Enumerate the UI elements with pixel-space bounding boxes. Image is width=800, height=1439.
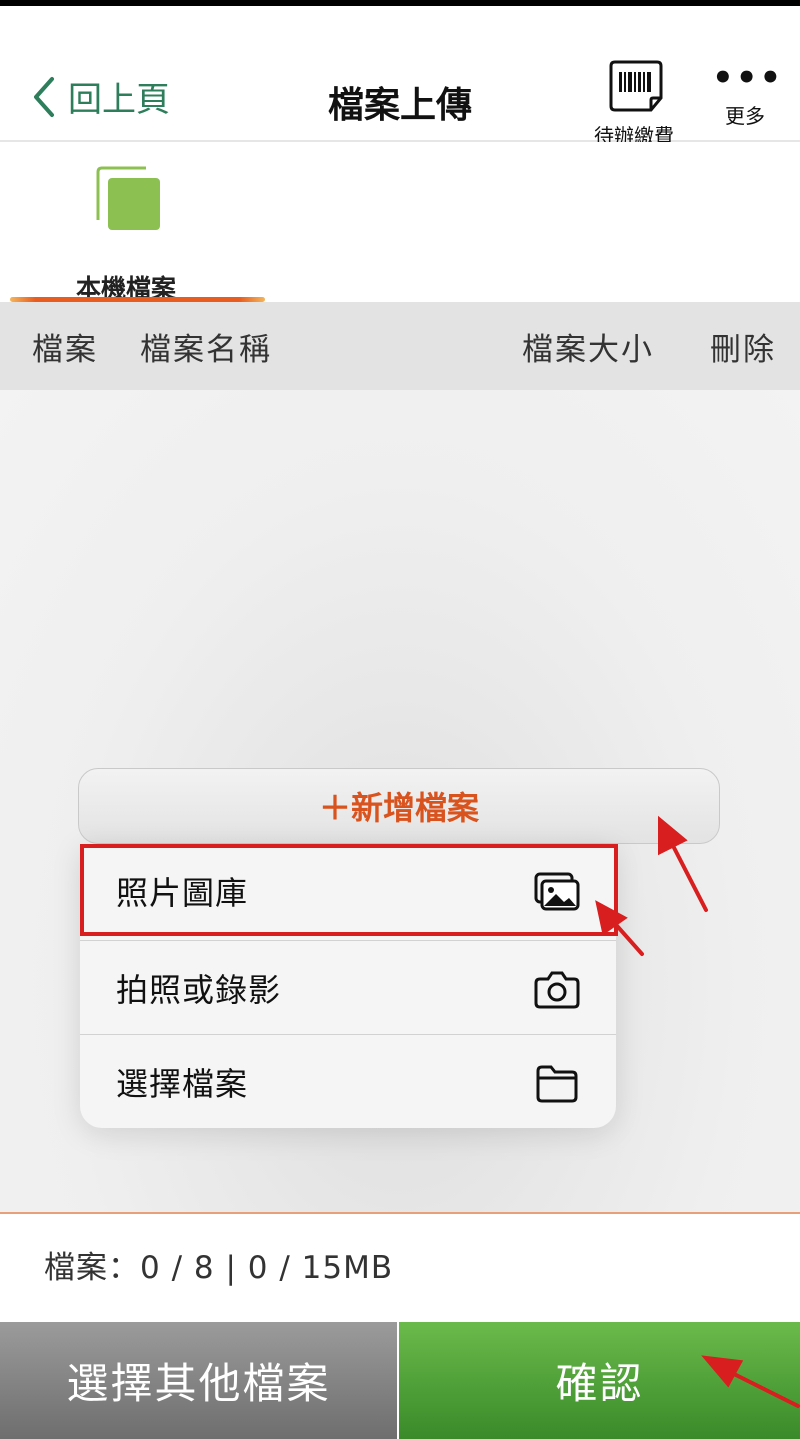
menu-item-label: 照片圖庫 <box>116 874 249 912</box>
column-header-delete: 刪除 <box>710 331 776 368</box>
add-file-button[interactable]: ＋新增檔案 <box>78 768 720 844</box>
upload-summary: 檔案：0 / 8 | 0 / 15MB <box>0 1212 800 1324</box>
file-source-tabs: 本機檔案 <box>0 142 800 303</box>
back-label: 回上頁 <box>68 80 170 120</box>
file-table-header: 檔案 檔案名稱 檔案大小 刪除 <box>0 302 800 390</box>
menu-item-take-photo-or-video[interactable]: 拍照或錄影 <box>80 940 616 1035</box>
photo-library-icon <box>534 872 580 911</box>
top-nav-bar: 回上頁 檔案上傳 待辦繳費 ••• 更多 <box>0 6 800 148</box>
tab-local-files[interactable]: 本機檔案 <box>10 142 265 303</box>
column-header-file-size: 檔案大小 <box>522 331 654 368</box>
local-files-icon <box>96 166 160 230</box>
menu-item-label: 拍照或錄影 <box>116 971 282 1009</box>
app-screen: 回上頁 檔案上傳 待辦繳費 ••• 更多 本機檔案 檔案 檔案名稱 檔案大小 刪… <box>0 6 800 1439</box>
folder-icon <box>536 1065 578 1103</box>
more-dots-icon: ••• <box>712 58 784 98</box>
more-button[interactable]: ••• 更多 <box>712 58 781 129</box>
column-header-file: 檔案 <box>32 331 98 368</box>
file-source-menu: 照片圖庫 拍照或錄影 選擇檔案 <box>80 844 616 1128</box>
more-label: 更多 <box>725 104 765 128</box>
chevron-left-icon <box>34 76 54 117</box>
menu-item-choose-file[interactable]: 選擇檔案 <box>80 1034 616 1129</box>
menu-item-photo-library[interactable]: 照片圖庫 <box>80 844 616 938</box>
file-count-size-text: 檔案：0 / 8 | 0 / 15MB <box>44 1250 394 1286</box>
menu-item-label: 選擇檔案 <box>116 1065 249 1103</box>
column-header-file-name: 檔案名稱 <box>140 331 272 368</box>
confirm-button[interactable]: 確認 <box>399 1322 800 1439</box>
file-list-area: ＋新增檔案 照片圖庫 拍照或錄影 選擇檔案 <box>0 390 800 1212</box>
pending-payment-button[interactable]: 待辦繳費 <box>588 58 680 149</box>
barcode-bill-icon <box>609 60 663 112</box>
camera-icon <box>534 971 580 1009</box>
back-button[interactable]: 回上頁 <box>30 72 170 121</box>
choose-other-files-button[interactable]: 選擇其他檔案 <box>0 1322 397 1439</box>
